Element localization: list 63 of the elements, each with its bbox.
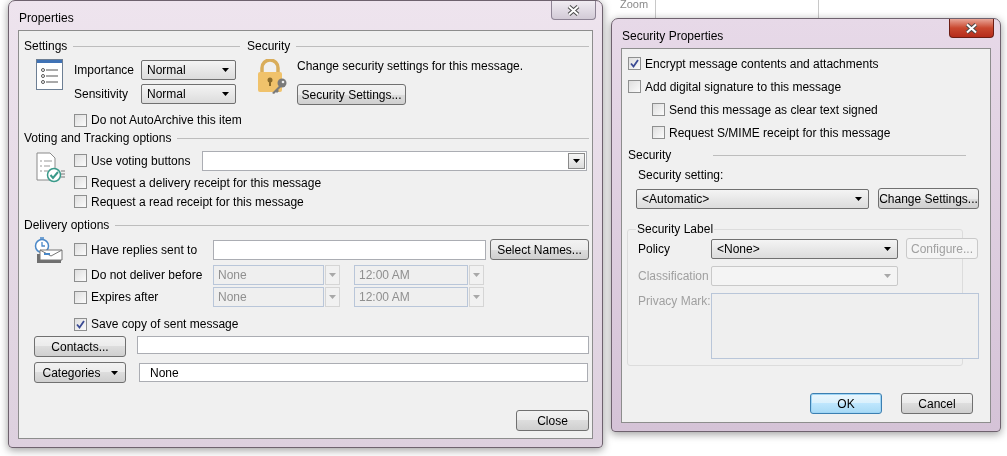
field-label: Security setting: [638, 168, 725, 182]
field-label: Sensitivity [74, 87, 130, 101]
section-heading: Security [247, 39, 291, 53]
checkbox[interactable]: Add digital signature to this message [628, 78, 842, 95]
document-check-icon [35, 152, 66, 183]
caret-icon [855, 196, 862, 201]
dropdown[interactable]: Normal [141, 84, 236, 104]
section-heading: Voting and Tracking options [24, 131, 172, 145]
window-title: Properties [18, 11, 74, 27]
caret-icon [884, 246, 891, 251]
group-label: Security Label [636, 222, 715, 236]
checkbox[interactable]: Request a delivery receipt for this message [74, 174, 322, 191]
caret-icon [110, 370, 118, 375]
checkbox[interactable]: Save copy of sent message [74, 316, 239, 332]
field-label: Importance [74, 63, 136, 77]
select-names-button[interactable]: Select Names... [490, 239, 589, 260]
dialog-button[interactable]: Cancel [901, 393, 973, 414]
dialog-button[interactable]: OK [810, 393, 882, 414]
field-label: Privacy Mark: [638, 294, 711, 308]
text-field[interactable] [137, 336, 589, 354]
text-field[interactable] [213, 239, 486, 260]
section-heading: Security [628, 148, 672, 162]
dropdown[interactable]: Normal [141, 60, 236, 80]
caret-icon [884, 274, 891, 278]
checkmark-icon [630, 59, 639, 68]
checkbox[interactable]: Have replies sent to [74, 241, 198, 258]
categories-button[interactable]: Categories [34, 362, 126, 383]
caret-icon [473, 295, 480, 299]
dropdown[interactable] [202, 150, 587, 171]
close-icon [567, 4, 580, 16]
checkbox[interactable]: Send this message as clear text signed [652, 101, 878, 118]
field-label: Policy [638, 241, 671, 256]
checkbox[interactable]: Do not AutoArchive this item [74, 112, 242, 128]
list-icon [36, 59, 63, 90]
dropdown[interactable]: <Automatic> [636, 188, 869, 209]
contacts-button[interactable]: Contacts... [34, 336, 126, 357]
checkbox[interactable]: Encrypt message contents and attachments [628, 55, 879, 72]
caret-icon [573, 158, 580, 163]
caret-icon [222, 68, 229, 72]
window-title: Security Properties [621, 29, 724, 45]
ribbon-label: Zoom [620, 0, 649, 10]
section-heading: Settings [24, 39, 68, 53]
dropdown[interactable]: <None> [711, 238, 898, 259]
caret-icon [329, 273, 336, 277]
close-icon [965, 22, 978, 34]
checkbox[interactable]: Request a read receipt for this message [74, 193, 304, 210]
categories-field[interactable]: None [139, 363, 588, 382]
close-button[interactable] [551, 1, 596, 20]
close-button[interactable] [949, 19, 994, 38]
caret-icon [222, 92, 229, 96]
security-settings-button[interactable]: Security Settings... [297, 84, 406, 105]
envelope-clock-icon [33, 237, 64, 264]
lock-key-icon [256, 59, 289, 95]
caret-icon [473, 273, 480, 277]
checkbox[interactable]: Request S/MIME receipt for this message [652, 124, 891, 141]
caret-icon [329, 295, 336, 299]
change-settings-button[interactable]: Change Settings... [878, 188, 979, 209]
checkbox[interactable]: Use voting buttons [74, 152, 191, 169]
field-label: Classification [638, 269, 710, 283]
close-dialog-button[interactable]: Close [516, 410, 589, 431]
section-heading: Delivery options [24, 218, 110, 232]
security-description: Change security settings for this message. [297, 59, 524, 73]
checkmark-icon [76, 319, 85, 329]
